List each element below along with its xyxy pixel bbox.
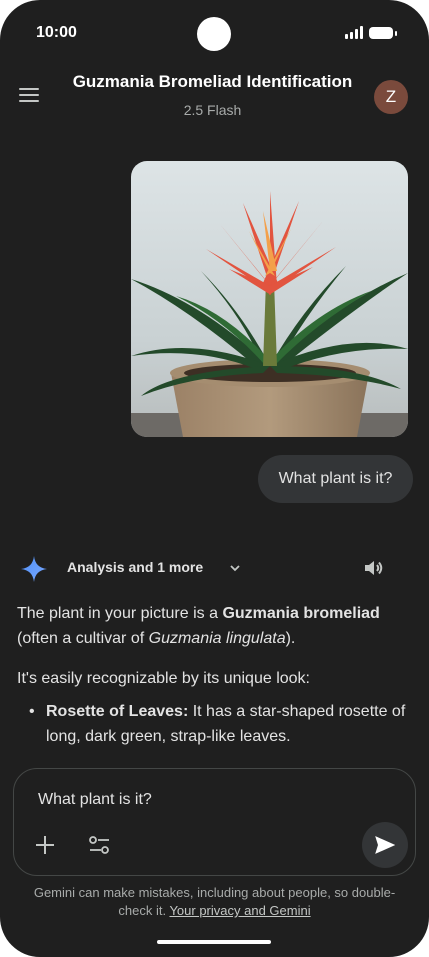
assistant-response: The plant in your picture is a Guzmania …: [17, 601, 412, 749]
model-name[interactable]: 2.5 Flash: [60, 102, 365, 118]
cultivar-name: Guzmania lingulata: [148, 630, 286, 647]
list-item-title: Rosette of Leaves:: [46, 703, 189, 720]
speaker-icon[interactable]: [362, 556, 386, 580]
chat-title[interactable]: Guzmania Bromeliad Identification: [60, 72, 365, 92]
list-item: • Rosette of Leaves: It has a star-shaped…: [17, 699, 412, 749]
intro-text: The plant in your picture is a: [17, 605, 223, 622]
prompt-input[interactable]: What plant is it?: [38, 791, 152, 809]
disclaimer: Gemini can make mistakes, including abou…: [30, 884, 399, 920]
plus-icon[interactable]: [35, 835, 55, 855]
status-time: 10:00: [36, 24, 77, 41]
intro-text-end: ).: [285, 630, 296, 647]
response-intro: The plant in your picture is a Guzmania …: [17, 601, 412, 651]
response-paragraph: It's easily recognizable by its unique l…: [17, 670, 310, 687]
send-button[interactable]: [362, 822, 408, 868]
battery-icon: [369, 26, 397, 39]
user-message-bubble[interactable]: What plant is it?: [258, 455, 413, 503]
signal-icon: [345, 26, 363, 39]
send-icon: [375, 836, 395, 854]
home-indicator[interactable]: [157, 940, 271, 944]
bullet-icon: •: [29, 703, 35, 720]
uploaded-plant-photo[interactable]: [131, 161, 408, 437]
camera-cutout: [197, 17, 231, 51]
privacy-link[interactable]: Your privacy and Gemini: [169, 903, 310, 918]
analysis-chip[interactable]: Analysis and 1 more: [67, 559, 203, 575]
intro-text-mid: (often a cultivar of: [17, 630, 149, 647]
tools-icon[interactable]: [89, 835, 109, 855]
menu-icon[interactable]: [19, 88, 39, 104]
plant-name: Guzmania bromeliad: [222, 605, 380, 622]
phone-screen: 10:00 Guzmania Bromeliad Identification …: [0, 0, 429, 957]
avatar[interactable]: Z: [374, 80, 408, 114]
prompt-composer[interactable]: What plant is it?: [13, 768, 416, 876]
status-icons: [345, 26, 397, 39]
chevron-down-icon[interactable]: [228, 561, 242, 575]
gemini-sparkle-icon: [21, 556, 47, 582]
